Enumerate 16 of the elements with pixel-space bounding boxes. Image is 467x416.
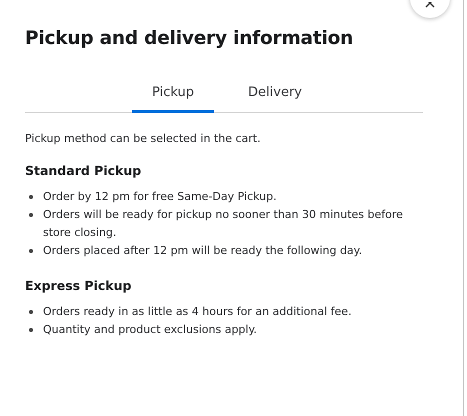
bullet-icon — [29, 213, 33, 217]
dialog-title: Pickup and delivery information — [25, 28, 354, 49]
section-heading: Standard Pickup — [25, 163, 142, 178]
section-heading: Express Pickup — [25, 278, 132, 293]
bullet-icon — [29, 310, 33, 314]
intro-text: Pickup method can be selected in the cart. — [25, 132, 262, 145]
bullet-icon — [29, 328, 33, 332]
list-item: Orders ready in as little as 4 hours for an additional fee. — [43, 304, 353, 320]
list-item: Orders will be ready for pickup no sooner than 30 minutes before store closing. — [43, 207, 404, 241]
tab[interactable]: Delivery — [234, 79, 316, 113]
bullet-icon — [29, 195, 33, 199]
bullet-icon — [29, 249, 33, 253]
list-item: Quantity and product exclusions apply. — [43, 322, 258, 338]
list-item: Orders placed after 12 pm will be ready the following day. — [43, 243, 364, 259]
list-item: Order by 12 pm for free Same-Day Pickup. — [43, 189, 278, 205]
tab[interactable]: Pickup — [132, 79, 214, 113]
